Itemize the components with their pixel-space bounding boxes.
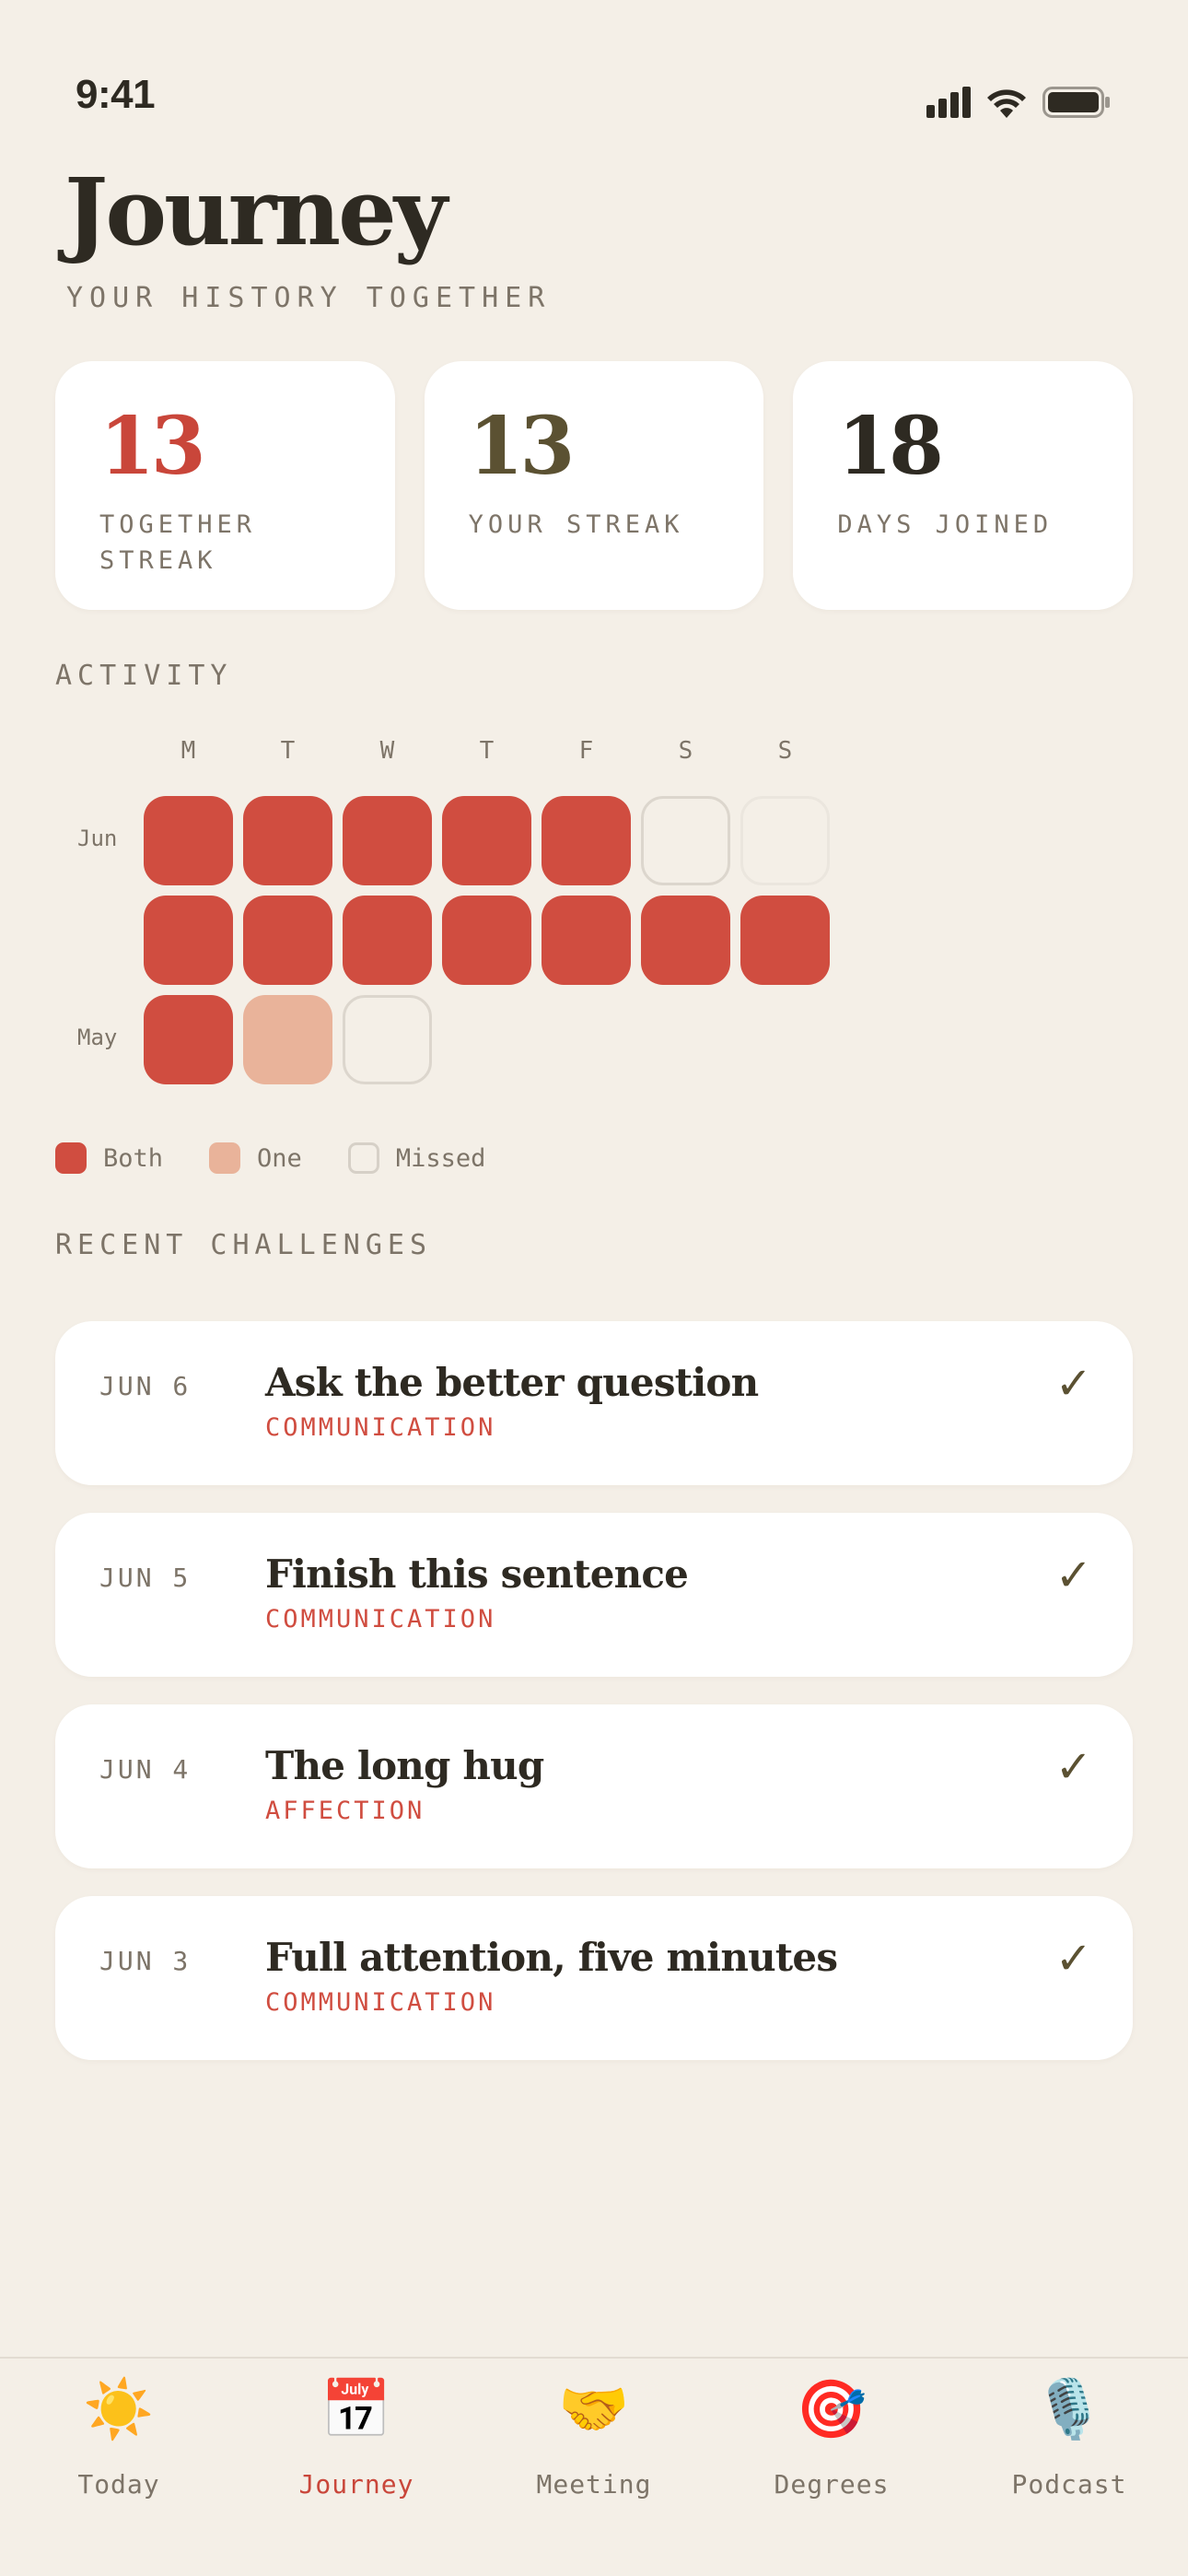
- tab-degrees[interactable]: 🎯 Degrees: [713, 2359, 950, 2576]
- status-bar: 9:41: [0, 0, 1188, 184]
- challenge-category: COMMUNICATION: [265, 1605, 496, 1633]
- challenge-card[interactable]: JUN 4 The long hug AFFECTION ✓: [55, 1704, 1133, 1868]
- activity-day-cell-both: [542, 796, 631, 885]
- challenge-card[interactable]: JUN 6 Ask the better question COMMUNICAT…: [55, 1321, 1133, 1485]
- activity-week-row: Jun: [77, 796, 830, 885]
- cellular-signal-icon: [926, 87, 971, 118]
- challenge-category: AFFECTION: [265, 1797, 425, 1825]
- tab-bar: ☀️ Today 📅 Journey 🤝 Meeting 🎯 Degrees 🎙…: [0, 2357, 1188, 2576]
- checkmark-icon: ✓: [1054, 1358, 1092, 1410]
- page-title: Journey: [64, 158, 448, 266]
- microphone-icon: 🎙️: [1033, 2375, 1105, 2442]
- weekday-header: T: [280, 737, 296, 765]
- your-streak-value: 13: [468, 400, 576, 493]
- legend-item-one: One: [209, 1142, 302, 1174]
- wifi-icon: [987, 89, 1026, 118]
- activity-day-cell-both: [144, 796, 233, 885]
- activity-day-cell-both: [243, 896, 332, 985]
- legend-label-missed: Missed: [395, 1143, 486, 1173]
- activity-day-cell-both: [641, 896, 730, 985]
- challenge-title: Finish this sentence: [265, 1551, 689, 1597]
- target-icon: 🎯: [796, 2375, 868, 2442]
- tab-today[interactable]: ☀️ Today: [0, 2359, 238, 2576]
- activity-day-cell-both: [442, 896, 531, 985]
- days-joined-card: 18 DAYS JOINED: [793, 361, 1134, 610]
- challenge-list: JUN 6 Ask the better question COMMUNICAT…: [55, 1321, 1133, 2088]
- activity-day-cell-missed: [641, 796, 730, 885]
- legend-item-both: Both: [55, 1142, 163, 1174]
- activity-day-cell-both: [542, 896, 631, 985]
- weekday-header: S: [678, 737, 693, 765]
- tab-label: Meeting: [536, 2469, 652, 2500]
- your-streak-label: YOUR STREAK: [468, 510, 684, 539]
- activity-week-row: [144, 896, 830, 985]
- tab-label: Journey: [298, 2469, 414, 2500]
- tab-meeting[interactable]: 🤝 Meeting: [475, 2359, 713, 2576]
- activity-month-label: May: [77, 1025, 118, 1050]
- together-streak-card: 13 TOGETHER STREAK: [55, 361, 395, 610]
- activity-grid: Jun May: [77, 796, 830, 1095]
- activity-day-cell-both: [740, 896, 830, 985]
- together-streak-label: TOGETHER STREAK: [99, 510, 257, 576]
- sun-icon: ☀️: [83, 2375, 155, 2442]
- weekday-header: T: [479, 737, 495, 765]
- activity-day-cell-both: [343, 796, 432, 885]
- checkmark-icon: ✓: [1054, 1550, 1092, 1601]
- tab-label: Degrees: [774, 2469, 890, 2500]
- activity-day-cell-one: [243, 995, 332, 1084]
- activity-week-row: May: [77, 995, 830, 1084]
- activity-legend: Both One Missed: [55, 1142, 485, 1174]
- days-joined-value: 18: [837, 400, 944, 493]
- together-streak-value: 13: [99, 400, 206, 493]
- challenge-date: JUN 4: [99, 1754, 192, 1785]
- activity-day-cell-both: [144, 995, 233, 1084]
- legend-swatch-one: [209, 1142, 241, 1174]
- tab-label: Podcast: [1011, 2469, 1127, 2500]
- status-icons: [926, 87, 1111, 118]
- weekday-headers: M T W T F S S: [144, 737, 830, 765]
- activity-day-cell-both: [243, 796, 332, 885]
- legend-item-missed: Missed: [347, 1142, 486, 1174]
- activity-day-cell-both: [343, 896, 432, 985]
- activity-day-cell-both: [442, 796, 531, 885]
- challenge-category: COMMUNICATION: [265, 1413, 496, 1442]
- weekday-header: F: [578, 737, 594, 765]
- activity-day-cell-future: [740, 796, 830, 885]
- tab-journey[interactable]: 📅 Journey: [238, 2359, 475, 2576]
- calendar-icon: 📅: [320, 2375, 392, 2442]
- tab-label: Today: [77, 2469, 160, 2500]
- challenge-card[interactable]: JUN 3 Full attention, five minutes COMMU…: [55, 1896, 1133, 2060]
- challenge-category: COMMUNICATION: [265, 1988, 496, 2017]
- activity-day-cell-both: [144, 896, 233, 985]
- challenge-title: Full attention, five minutes: [265, 1935, 838, 1980]
- challenge-card[interactable]: JUN 5 Finish this sentence COMMUNICATION…: [55, 1513, 1133, 1677]
- checkmark-icon: ✓: [1054, 1741, 1092, 1793]
- weekday-header: S: [777, 737, 793, 765]
- battery-icon: [1042, 87, 1110, 118]
- activity-day-cell-missed: [343, 995, 432, 1084]
- legend-swatch-both: [55, 1142, 87, 1174]
- challenge-date: JUN 5: [99, 1563, 192, 1593]
- activity-heading: ACTIVITY: [55, 660, 233, 692]
- weekday-header: M: [181, 737, 196, 765]
- challenge-title: The long hug: [265, 1743, 544, 1788]
- legend-label-both: Both: [103, 1143, 164, 1173]
- recent-challenges-heading: RECENT CHALLENGES: [55, 1229, 433, 1261]
- legend-label-one: One: [257, 1143, 302, 1173]
- challenge-date: JUN 3: [99, 1946, 192, 1976]
- weekday-header: W: [379, 737, 395, 765]
- activity-month-label: Jun: [77, 825, 118, 851]
- tab-podcast[interactable]: 🎙️ Podcast: [950, 2359, 1188, 2576]
- challenge-date: JUN 6: [99, 1371, 192, 1401]
- legend-swatch-missed: [347, 1142, 379, 1174]
- page-subtitle: YOUR HISTORY TOGETHER: [66, 282, 552, 314]
- your-streak-card: 13 YOUR STREAK: [424, 361, 764, 610]
- days-joined-label: DAYS JOINED: [837, 510, 1054, 539]
- status-time: 9:41: [76, 72, 156, 117]
- challenge-title: Ask the better question: [265, 1360, 759, 1405]
- stats-row: 13 TOGETHER STREAK 13 YOUR STREAK 18 DAY…: [55, 361, 1134, 610]
- handshake-icon: 🤝: [558, 2375, 630, 2442]
- checkmark-icon: ✓: [1054, 1933, 1092, 1985]
